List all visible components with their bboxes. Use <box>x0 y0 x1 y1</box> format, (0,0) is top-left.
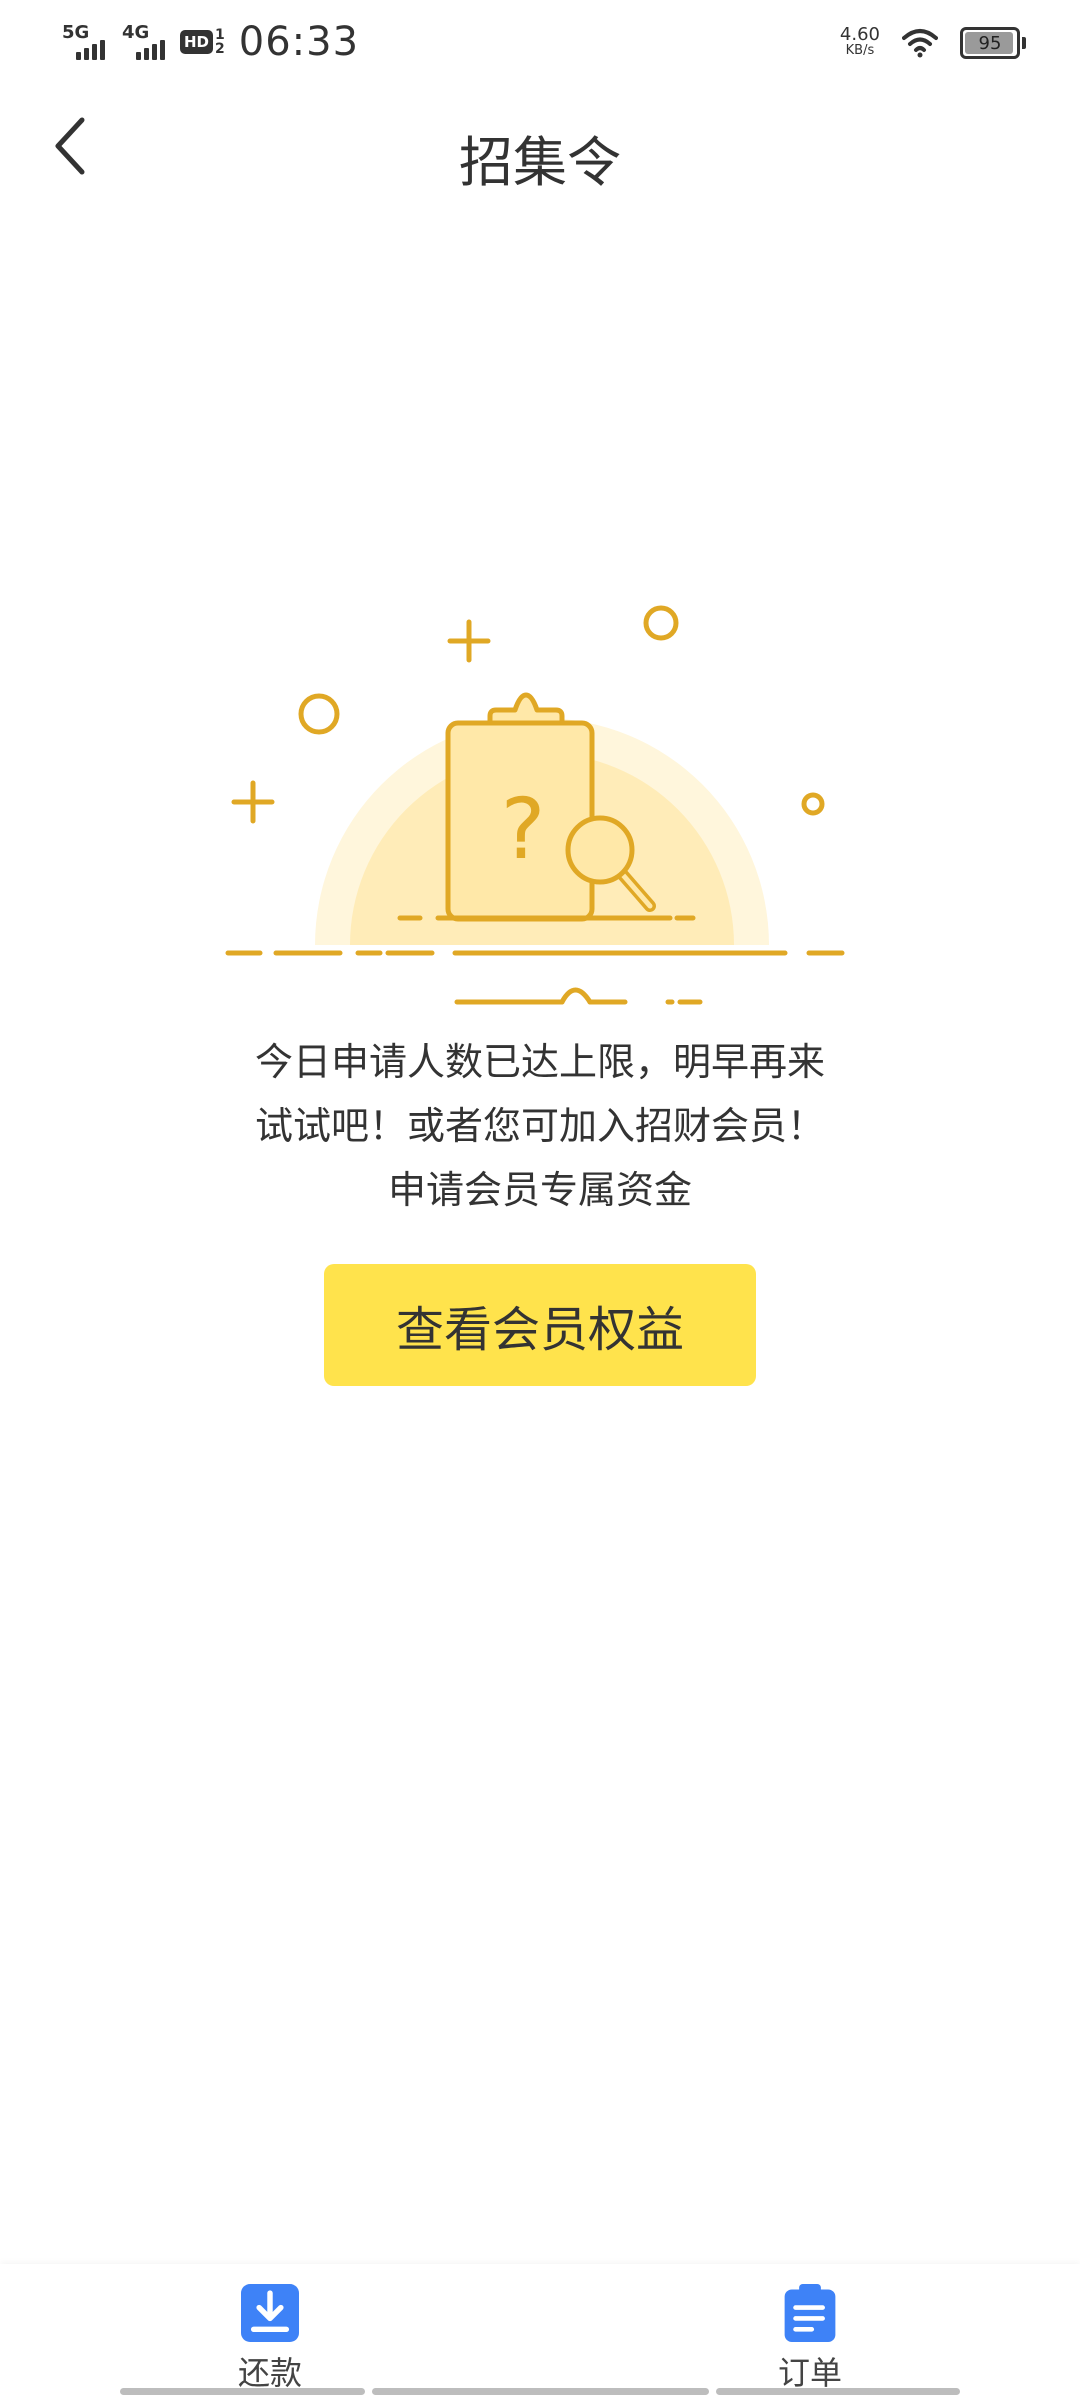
hd-sub-top: 1 <box>215 27 225 43</box>
battery-icon: 95 <box>960 27 1026 59</box>
tab-repay[interactable]: 还款 <box>190 2284 350 2394</box>
message-line-3: 申请会员专属资金 <box>387 1168 692 1212</box>
message-line-2: 试试吧！或者您可加入招财会员！ <box>254 1104 825 1148</box>
page: 5G 4G HD 1 2 06:33 4.60 KB/s 95 招集令 ? 今日… <box>0 0 1080 2408</box>
empty-state-message: 今日申请人数已达上限，明早再来 试试吧！或者您可加入招财会员！ 申请会员专属资金 <box>180 1030 900 1222</box>
status-bar: 5G 4G HD 1 2 06:33 4.60 KB/s 95 <box>0 0 1080 84</box>
hd-voice-icon: HD 1 2 <box>180 28 225 56</box>
network-speed: 4.60 KB/s <box>839 24 880 59</box>
page-title: 招集令 <box>459 131 621 194</box>
signal-5g-icon: 5G <box>60 22 112 62</box>
view-member-benefits-button[interactable]: 查看会员权益 <box>324 1264 756 1386</box>
tab-orders[interactable]: 订单 <box>730 2284 890 2394</box>
signal-4g-icon: 4G <box>120 22 172 62</box>
battery-level: 95 <box>978 32 1002 54</box>
status-right: 4.60 KB/s 95 <box>839 20 1026 66</box>
svg-text:?: ? <box>501 780 546 878</box>
status-left: 5G 4G HD 1 2 06:33 <box>60 18 359 66</box>
clipboard-search-illustration: ? <box>225 605 845 1005</box>
nav-bar: 招集令 <box>0 84 1080 220</box>
gesture-bar <box>0 2388 1080 2396</box>
message-line-1: 今日申请人数已达上限，明早再来 <box>254 1040 825 1084</box>
download-icon <box>241 2284 299 2342</box>
document-list-icon <box>784 2284 836 2342</box>
hd-sub-bottom: 2 <box>215 41 225 57</box>
status-time: 06:33 <box>238 19 360 65</box>
network-speed-value: 4.60 <box>839 24 880 45</box>
hd-label: HD <box>180 30 214 54</box>
bottom-tab-bar: 还款 订单 <box>0 2264 1080 2408</box>
wifi-icon <box>902 29 938 58</box>
network-speed-unit: KB/s <box>845 43 875 58</box>
